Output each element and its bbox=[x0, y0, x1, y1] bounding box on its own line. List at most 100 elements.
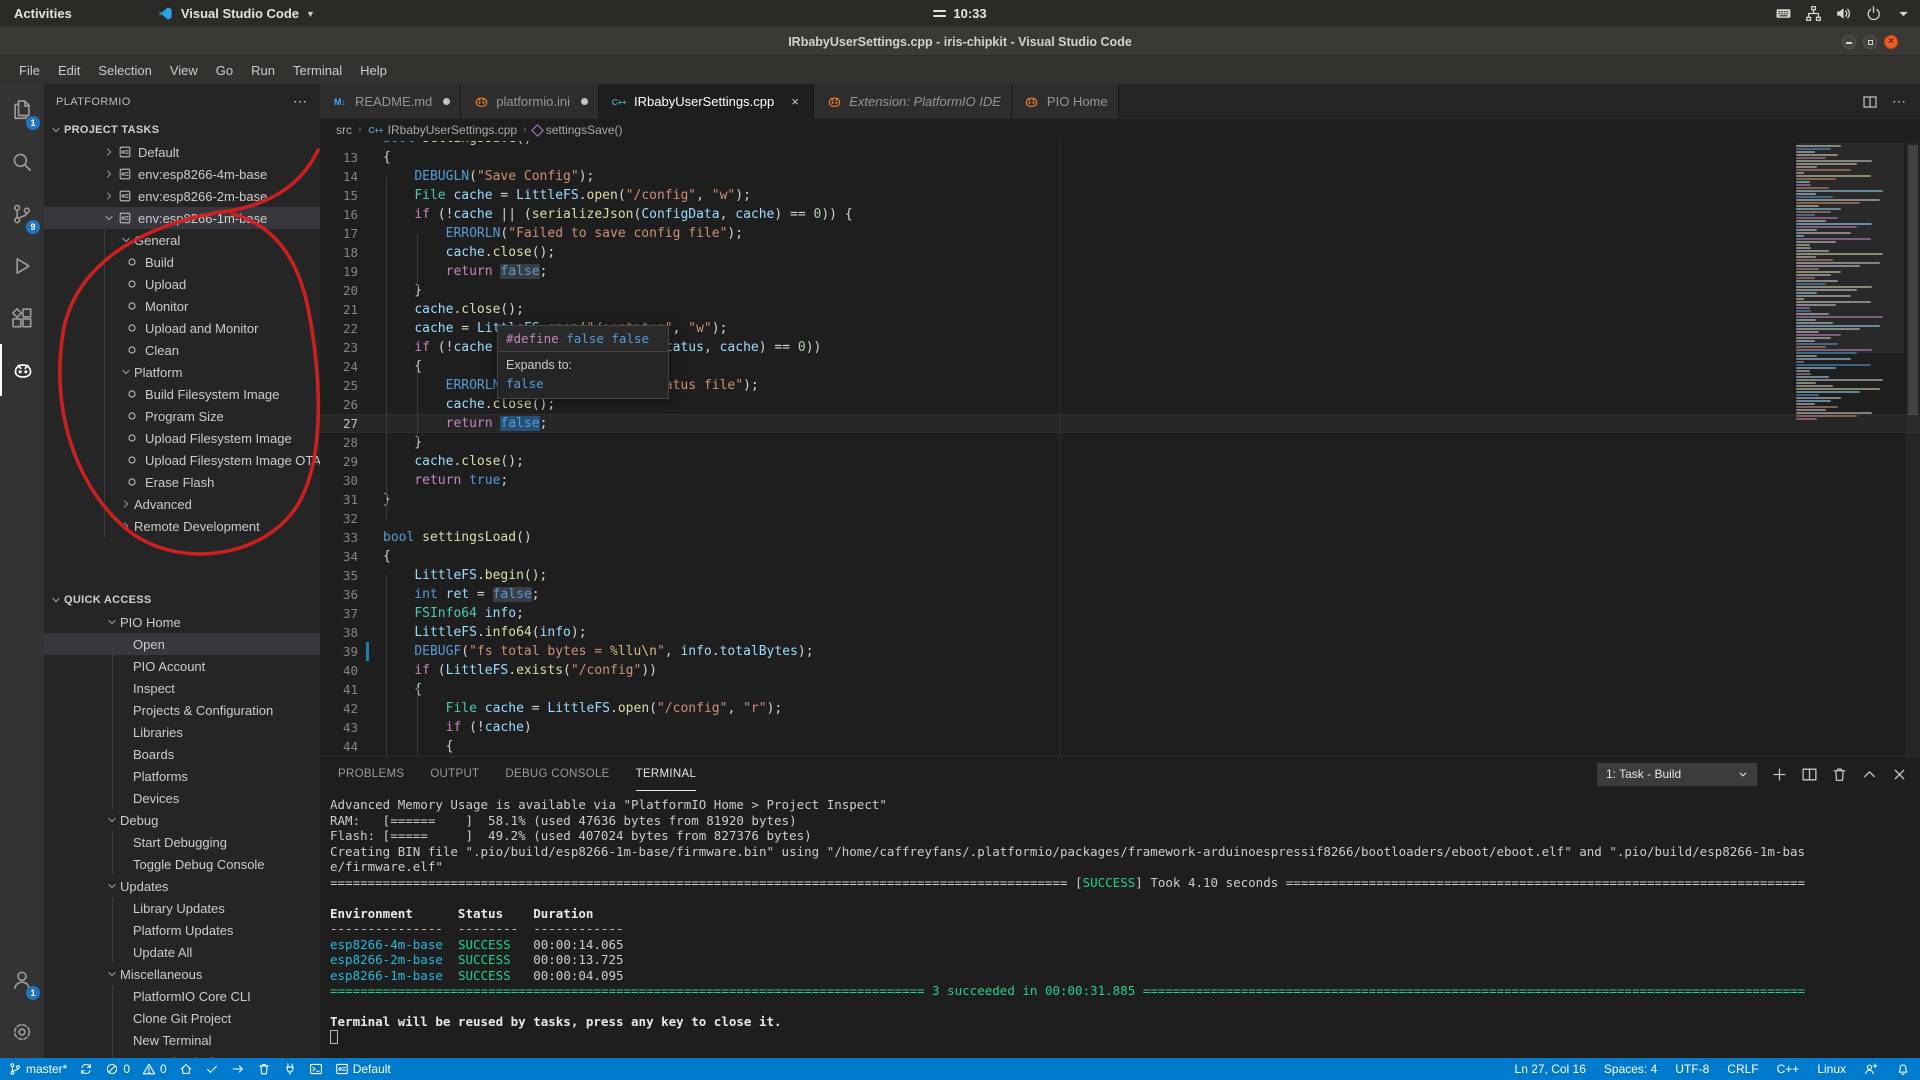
split-icon[interactable] bbox=[1801, 766, 1818, 783]
code-line[interactable]: 43 if (!cache) bbox=[320, 718, 1920, 737]
code-line[interactable]: 16 if (!cache || (serializeJson(ConfigDa… bbox=[320, 205, 1920, 224]
pio-build-button[interactable] bbox=[205, 1062, 219, 1076]
panel-tab-problems[interactable]: PROBLEMS bbox=[338, 757, 404, 791]
sidebar-item-devices[interactable]: Devices bbox=[44, 787, 320, 809]
panel-tab-terminal[interactable]: TERMINAL bbox=[636, 757, 697, 791]
sidebar-item-toggle-debug-console[interactable]: Toggle Debug Console bbox=[44, 853, 320, 875]
sidebar-item-update-all[interactable]: Update All bbox=[44, 941, 320, 963]
code-line[interactable]: 32 bbox=[320, 509, 1920, 528]
code-line[interactable]: 13{ bbox=[320, 148, 1920, 167]
network-icon[interactable] bbox=[1805, 5, 1822, 22]
minimize-button[interactable] bbox=[1842, 35, 1856, 49]
sidebar-item-new-terminal[interactable]: New Terminal bbox=[44, 1029, 320, 1051]
activity-search-icon[interactable] bbox=[0, 136, 44, 188]
warning-count[interactable]: 0 bbox=[142, 1062, 167, 1076]
panel-tab-output[interactable]: OUTPUT bbox=[430, 757, 479, 791]
panel-tab-debug-console[interactable]: DEBUG CONSOLE bbox=[505, 757, 609, 791]
sidebar-item-erase-flash[interactable]: Erase Flash bbox=[44, 471, 320, 493]
code-line[interactable]: 37 FSInfo64 info; bbox=[320, 604, 1920, 623]
sidebar-item-env-esp8266-1m-base[interactable]: env:esp8266-1m-base bbox=[44, 207, 320, 229]
activity-settings-gear-icon[interactable] bbox=[0, 1006, 44, 1058]
pio-upload-button[interactable] bbox=[231, 1062, 245, 1076]
pio-serial-monitor-button[interactable] bbox=[283, 1062, 297, 1076]
trash-icon[interactable] bbox=[1831, 766, 1848, 783]
terminal-output[interactable]: Advanced Memory Usage is available via "… bbox=[330, 797, 1810, 1045]
sidebar-item-platformio-core-cli[interactable]: PlatformIO Core CLI bbox=[44, 985, 320, 1007]
tab-readme-md[interactable]: M↓README.md bbox=[320, 84, 461, 119]
activity-files-icon[interactable]: 1 bbox=[0, 84, 44, 136]
section-header-qa[interactable]: QUICK ACCESS bbox=[44, 589, 320, 611]
menu-selection[interactable]: Selection bbox=[89, 60, 160, 81]
sidebar-item-debug[interactable]: Debug bbox=[44, 809, 320, 831]
maximize-button[interactable] bbox=[1863, 35, 1877, 49]
pio-env-switcher[interactable]: Default bbox=[335, 1062, 391, 1076]
code-line[interactable]: 40 if (LittleFS.exists("/config")) bbox=[320, 661, 1920, 680]
code-line[interactable]: 44 { bbox=[320, 737, 1920, 756]
sidebar-item-pio-account[interactable]: PIO Account bbox=[44, 655, 320, 677]
pio-clean-button[interactable] bbox=[257, 1062, 271, 1076]
sidebar-item-upload[interactable]: Upload bbox=[44, 273, 320, 295]
git-branch-status[interactable]: master* bbox=[8, 1062, 67, 1076]
split-editor-icon[interactable] bbox=[1862, 94, 1878, 110]
activities-button[interactable]: Activities bbox=[0, 0, 86, 27]
activity-extensions-icon[interactable] bbox=[0, 292, 44, 344]
sidebar-item-remote-development[interactable]: Remote Development bbox=[44, 515, 320, 537]
menu-help[interactable]: Help bbox=[351, 60, 396, 81]
code-line[interactable]: 41 { bbox=[320, 680, 1920, 699]
cursor-position[interactable]: Ln 27, Col 16 bbox=[1515, 1062, 1586, 1076]
eol[interactable]: CRLF bbox=[1727, 1062, 1758, 1076]
app-menu[interactable]: Visual Studio Code ▼ bbox=[158, 6, 315, 22]
menu-terminal[interactable]: Terminal bbox=[284, 60, 351, 81]
sidebar-item-boards[interactable]: Boards bbox=[44, 743, 320, 765]
sidebar-item-env-esp8266-4m-base[interactable]: env:esp8266-4m-base bbox=[44, 163, 320, 185]
sidebar-item-pio-home[interactable]: PIO Home bbox=[44, 611, 320, 633]
sidebar-item-upgrade-platformio-core[interactable]: Upgrade PlatformIO Core bbox=[44, 1051, 320, 1058]
sidebar-item-general[interactable]: General bbox=[44, 229, 320, 251]
minimap[interactable] bbox=[1796, 145, 1904, 421]
volume-icon[interactable] bbox=[1835, 5, 1852, 22]
code-line[interactable]: 28 } bbox=[320, 433, 1920, 452]
sidebar-item-upload-and-monitor[interactable]: Upload and Monitor bbox=[44, 317, 320, 339]
code-line[interactable]: 33bool settingsLoad() bbox=[320, 528, 1920, 547]
sidebar-item-build-filesystem-image[interactable]: Build Filesystem Image bbox=[44, 383, 320, 405]
tab-irbabyusersettings-cpp[interactable]: C++IRbabyUserSettings.cpp× bbox=[599, 84, 814, 119]
close-tab-icon[interactable]: × bbox=[787, 94, 803, 109]
editor-scrollbar[interactable] bbox=[1906, 141, 1920, 756]
sidebar-item-env-esp8266-2m-base[interactable]: env:esp8266-2m-base bbox=[44, 185, 320, 207]
sidebar-item-program-size[interactable]: Program Size bbox=[44, 405, 320, 427]
code-line[interactable]: 27 return false; bbox=[320, 414, 1920, 433]
tab-extension-platformio-ide[interactable]: Extension: PlatformIO IDE bbox=[814, 84, 1012, 119]
sidebar-item-library-updates[interactable]: Library Updates bbox=[44, 897, 320, 919]
sidebar-item-clone-git-project[interactable]: Clone Git Project bbox=[44, 1007, 320, 1029]
feedback[interactable] bbox=[1864, 1062, 1878, 1076]
sidebar-item-start-debugging[interactable]: Start Debugging bbox=[44, 831, 320, 853]
close-icon[interactable] bbox=[1891, 766, 1908, 783]
sidebar-item-open[interactable]: Open bbox=[44, 633, 320, 655]
plus-icon[interactable] bbox=[1771, 766, 1788, 783]
sidebar-item-platform[interactable]: Platform bbox=[44, 361, 320, 383]
code-line[interactable]: 30 return true; bbox=[320, 471, 1920, 490]
code-line[interactable]: 36 int ret = false; bbox=[320, 585, 1920, 604]
breadcrumb-irbabyusersettings-cpp[interactable]: C++IRbabyUserSettings.cpp bbox=[368, 122, 517, 138]
language-mode[interactable]: C++ bbox=[1777, 1062, 1800, 1076]
menu-go[interactable]: Go bbox=[207, 60, 242, 81]
sidebar-item-libraries[interactable]: Libraries bbox=[44, 721, 320, 743]
keyboard-icon[interactable] bbox=[1775, 5, 1792, 22]
sidebar-item-default[interactable]: Default bbox=[44, 141, 320, 163]
code-line[interactable]: 38 LittleFS.info64(info); bbox=[320, 623, 1920, 642]
modified-dot-icon[interactable] bbox=[443, 98, 450, 105]
indentation[interactable]: Spaces: 4 bbox=[1604, 1062, 1657, 1076]
pio-home-button[interactable] bbox=[179, 1062, 193, 1076]
sidebar-item-upload-filesystem-image-ota[interactable]: Upload Filesystem Image OTA bbox=[44, 449, 320, 471]
sidebar-item-clean[interactable]: Clean bbox=[44, 339, 320, 361]
sidebar-item-platform-updates[interactable]: Platform Updates bbox=[44, 919, 320, 941]
system-tray[interactable] bbox=[1775, 0, 1912, 27]
menu-file[interactable]: File bbox=[10, 60, 49, 81]
sync-changes[interactable] bbox=[79, 1062, 93, 1076]
code-line[interactable]: 19 return false; bbox=[320, 262, 1920, 281]
code-line[interactable]: 31} bbox=[320, 490, 1920, 509]
code-line[interactable]: 21 cache.close(); bbox=[320, 300, 1920, 319]
more-actions-icon[interactable]: ⋯ bbox=[293, 93, 308, 110]
notifications-bell[interactable] bbox=[1896, 1062, 1910, 1076]
sidebar-item-advanced[interactable]: Advanced bbox=[44, 493, 320, 515]
